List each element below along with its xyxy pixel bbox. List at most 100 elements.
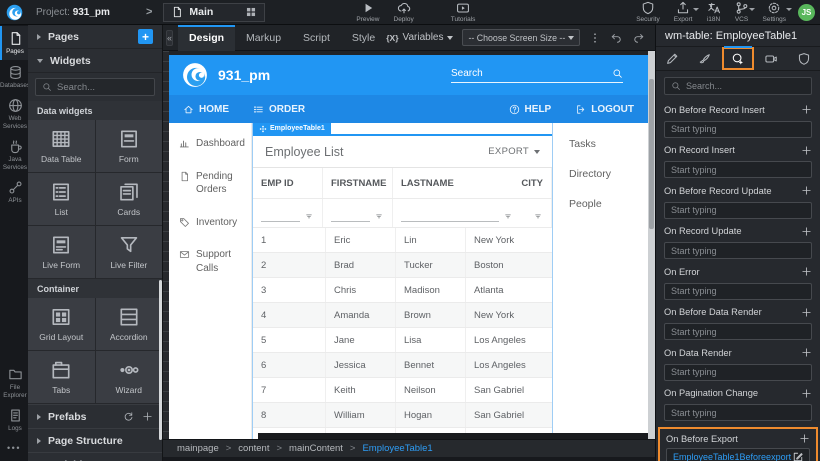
event-handler-input[interactable] — [664, 202, 812, 219]
grid-icon[interactable] — [245, 6, 257, 18]
table-row[interactable]: 7 Keith Neilson San Gabriel — [253, 378, 552, 403]
column-filter-cell[interactable] — [253, 199, 323, 227]
canvas-mode-tab[interactable]: Markup — [235, 25, 292, 51]
breadcrumb-item[interactable]: mainContent — [289, 443, 362, 454]
app-nav-item[interactable]: LOGOUT — [575, 104, 634, 115]
canvas-mode-tab[interactable]: Script — [292, 25, 341, 51]
pages-section-header[interactable]: Pages + — [28, 25, 162, 49]
events-search-input[interactable] — [686, 81, 805, 91]
topbar-action[interactable]: Preview — [356, 1, 379, 23]
widget-tile[interactable]: Grid Layout — [28, 298, 95, 350]
refresh-icon[interactable] — [123, 411, 134, 422]
canvas-scrollbar[interactable] — [648, 51, 655, 439]
widgets-section-header[interactable]: Widgets — [28, 49, 162, 73]
topbar-action[interactable]: VCS — [735, 1, 749, 23]
widget-tile[interactable]: Live Filter — [96, 226, 163, 278]
widget-selection-tag[interactable]: EmployeeTable1 — [253, 123, 331, 134]
app-nav-item[interactable]: ORDER — [253, 104, 305, 115]
prefabs-section-header[interactable]: Prefabs — [28, 404, 162, 428]
undo-icon[interactable] — [610, 31, 623, 44]
variables-button[interactable]: {X} Variables — [386, 32, 453, 43]
filter-input-underline[interactable] — [401, 210, 499, 222]
add-page-button[interactable]: + — [138, 29, 153, 44]
add-event-icon[interactable] — [801, 104, 812, 115]
filter-icon[interactable] — [374, 211, 384, 221]
canvas-mode-tab[interactable]: Style — [341, 25, 386, 51]
widget-search-input[interactable] — [57, 82, 148, 93]
datatable-widget[interactable]: EmployeeTable1 Employee List EXPORT — [252, 123, 553, 439]
column-filter-cell[interactable] — [521, 199, 552, 227]
app-search-field[interactable]: Search — [451, 68, 623, 83]
app-right-list-item[interactable]: Tasks — [569, 138, 648, 150]
widget-tile[interactable]: Accordion — [96, 298, 163, 350]
properties-panel-tab[interactable] — [722, 47, 755, 70]
table-row[interactable]: 2 Brad Tucker Boston — [253, 253, 552, 278]
column-filter-cell[interactable] — [323, 199, 393, 227]
app-left-nav-item[interactable]: Pending Orders — [179, 170, 245, 197]
properties-panel-tab[interactable] — [656, 47, 689, 70]
event-handler-input[interactable] — [664, 283, 812, 300]
table-row[interactable]: 1 Eric Lin New York — [253, 228, 552, 253]
topbar-action[interactable]: Tutorials — [451, 1, 476, 23]
add-event-icon[interactable] — [801, 226, 812, 237]
app-right-list-item[interactable]: Directory — [569, 168, 648, 180]
table-row[interactable]: 4 Amanda Brown New York — [253, 303, 552, 328]
event-handler-input[interactable] — [664, 404, 812, 421]
events-search[interactable] — [664, 77, 812, 95]
topbar-action[interactable]: Settings — [763, 1, 787, 23]
canvas-mode-tab[interactable]: Design — [178, 25, 235, 51]
table-row[interactable]: 6 Jessica Bennet Los Angeles — [253, 353, 552, 378]
sidebar-more-button[interactable]: ••• — [0, 437, 28, 461]
column-header[interactable]: EMP ID — [253, 168, 323, 198]
topbar-action[interactable]: Security — [636, 1, 659, 23]
widget-tile[interactable]: Live Form — [28, 226, 95, 278]
variables-section-header[interactable]: Variables — [28, 452, 162, 461]
export-button[interactable]: EXPORT — [488, 146, 540, 157]
column-header[interactable]: LASTNAME — [393, 168, 513, 198]
table-row[interactable]: 3 Chris Madison Atlanta — [253, 278, 552, 303]
sidebar-item[interactable]: File Explorer — [0, 362, 28, 403]
add-event-icon[interactable] — [801, 145, 812, 156]
widget-tile[interactable]: Tabs — [28, 351, 95, 403]
column-header[interactable]: FIRSTNAME — [323, 168, 393, 198]
event-handler-input[interactable] — [664, 121, 812, 138]
column-filter-cell[interactable] — [393, 199, 521, 227]
screen-size-select[interactable]: -- Choose Screen Size -- — [462, 29, 580, 46]
add-event-icon[interactable] — [801, 266, 812, 277]
avatar[interactable]: JS — [798, 4, 815, 21]
sidebar-item[interactable]: Databases — [0, 60, 28, 94]
topbar-action[interactable]: Deploy — [394, 1, 414, 23]
sidebar-item[interactable]: APIs — [0, 175, 28, 209]
redo-icon[interactable] — [632, 31, 645, 44]
app-right-list-item[interactable]: People — [569, 198, 648, 210]
event-handler-input[interactable] — [664, 364, 812, 381]
widget-search[interactable] — [35, 78, 155, 96]
event-handler-link[interactable]: EmployeeTable1Beforeexport — [673, 452, 792, 461]
add-event-icon[interactable] — [801, 307, 812, 318]
app-left-nav-item[interactable]: Support Calls — [179, 248, 245, 275]
topbar-action[interactable]: Export — [674, 1, 693, 23]
filter-icon[interactable] — [503, 211, 513, 221]
event-handler-input[interactable] — [664, 323, 812, 340]
collapse-left-panel-button[interactable]: « — [166, 30, 173, 46]
properties-panel-tab[interactable] — [754, 47, 787, 70]
sidebar-item[interactable]: Web Services — [0, 93, 28, 134]
sidebar-item[interactable]: Java Services — [0, 134, 28, 175]
properties-panel-tab[interactable] — [787, 47, 820, 70]
add-event-icon[interactable] — [801, 388, 812, 399]
filter-input-underline[interactable] — [331, 210, 370, 222]
add-event-icon[interactable] — [801, 347, 812, 358]
column-header[interactable]: CITY — [513, 168, 552, 198]
filter-icon[interactable] — [533, 211, 543, 221]
add-prefab-icon[interactable] — [142, 411, 153, 422]
breadcrumb-item[interactable]: content — [238, 443, 289, 454]
widget-tile[interactable]: Cards — [96, 173, 163, 225]
event-handler-value[interactable]: EmployeeTable1Beforeexport — [666, 448, 810, 461]
breadcrumb-active-item[interactable]: EmployeeTable1 — [362, 443, 432, 454]
add-event-icon[interactable] — [801, 185, 812, 196]
app-header[interactable]: 931_pm Search — [169, 55, 648, 95]
wavemaker-logo-icon[interactable] — [0, 4, 28, 21]
properties-panel-tab[interactable] — [689, 47, 722, 70]
panel-scrollbar[interactable] — [159, 280, 162, 440]
more-options-icon[interactable] — [589, 32, 601, 44]
